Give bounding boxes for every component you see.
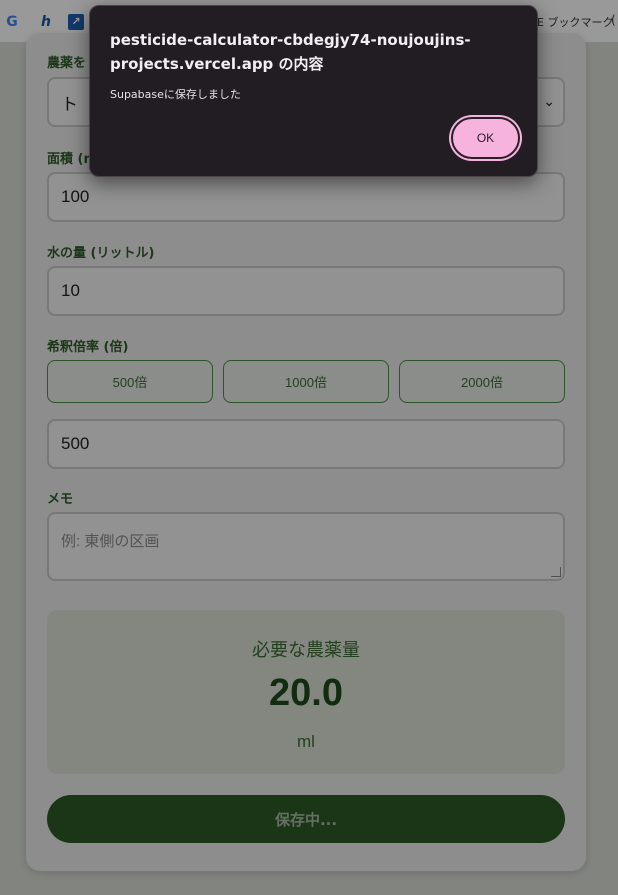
dialog-message: Supabaseに保存しました (110, 88, 241, 101)
ok-button[interactable]: OK (451, 117, 520, 159)
dialog-title: pesticide-calculator-cbdegjy74-noujoujin… (110, 31, 471, 73)
alert-dialog: pesticide-calculator-cbdegjy74-noujoujin… (89, 5, 538, 177)
